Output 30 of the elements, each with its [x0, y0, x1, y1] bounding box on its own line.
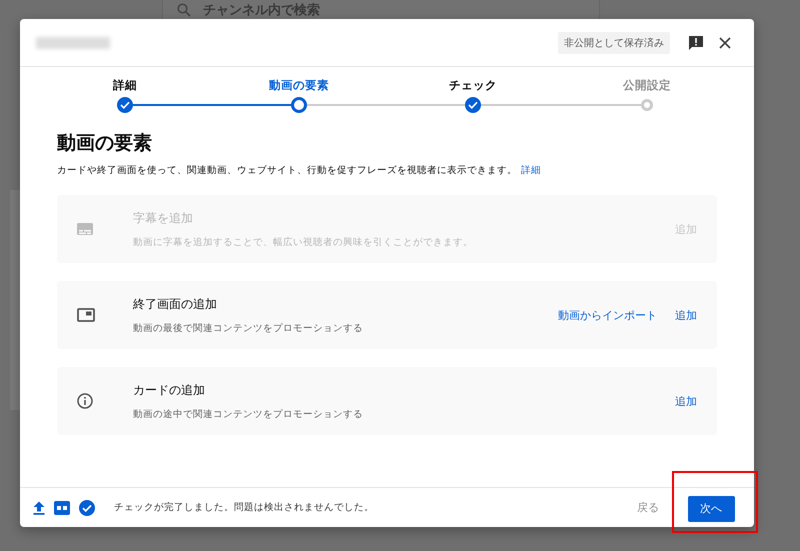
action-link[interactable]: 動画からインポート — [558, 308, 657, 322]
step-label[interactable]: チェック — [449, 77, 497, 97]
item-description: 動画の途中で関連コンテンツをプロモーションする — [133, 408, 364, 420]
screen-icon — [77, 308, 95, 322]
back-button[interactable]: 戻る — [631, 499, 665, 516]
item-title: カードの追加 — [133, 382, 206, 398]
close-icon — [718, 36, 732, 50]
item-title: 字幕を追加 — [133, 210, 194, 226]
section-heading: 動画の要素 — [57, 131, 153, 156]
item-description: 動画の最後で関連コンテンツをプロモーションする — [133, 322, 364, 334]
step-label[interactable]: 詳細 — [113, 77, 137, 97]
action-link[interactable]: 追加 — [675, 394, 697, 408]
video-quality-icon — [54, 500, 70, 514]
section-description: カードや終了画面を使って、関連動画、ウェブサイト、行動を促すフレーズを視聴者に表示できます。 詳細 — [57, 164, 542, 177]
item-title: 終了画面の追加 — [133, 296, 218, 312]
search-placeholder: チャンネル内で検索 — [203, 2, 320, 19]
item-description: 動画に字幕を追加することで、幅広い視聴者の興味を引くことができます。 — [133, 236, 474, 248]
feedback-icon — [688, 34, 704, 50]
check-status-text: チェックが完了しました。問題は検出されませんでした。 — [114, 501, 375, 514]
step-label[interactable]: 公開設定 — [623, 77, 671, 97]
upload-icon — [33, 500, 45, 514]
learn-more-link[interactable]: 詳細 — [521, 165, 541, 176]
search-icon — [177, 3, 191, 17]
next-button[interactable]: 次へ — [688, 496, 734, 522]
subtitles-icon — [77, 223, 93, 235]
check-circle-icon — [79, 500, 95, 516]
info-icon — [77, 393, 93, 409]
status-badge: 非公開として保存済み — [558, 32, 670, 54]
step-label[interactable]: 動画の要素 — [269, 77, 329, 97]
action-link[interactable]: 追加 — [675, 308, 697, 322]
